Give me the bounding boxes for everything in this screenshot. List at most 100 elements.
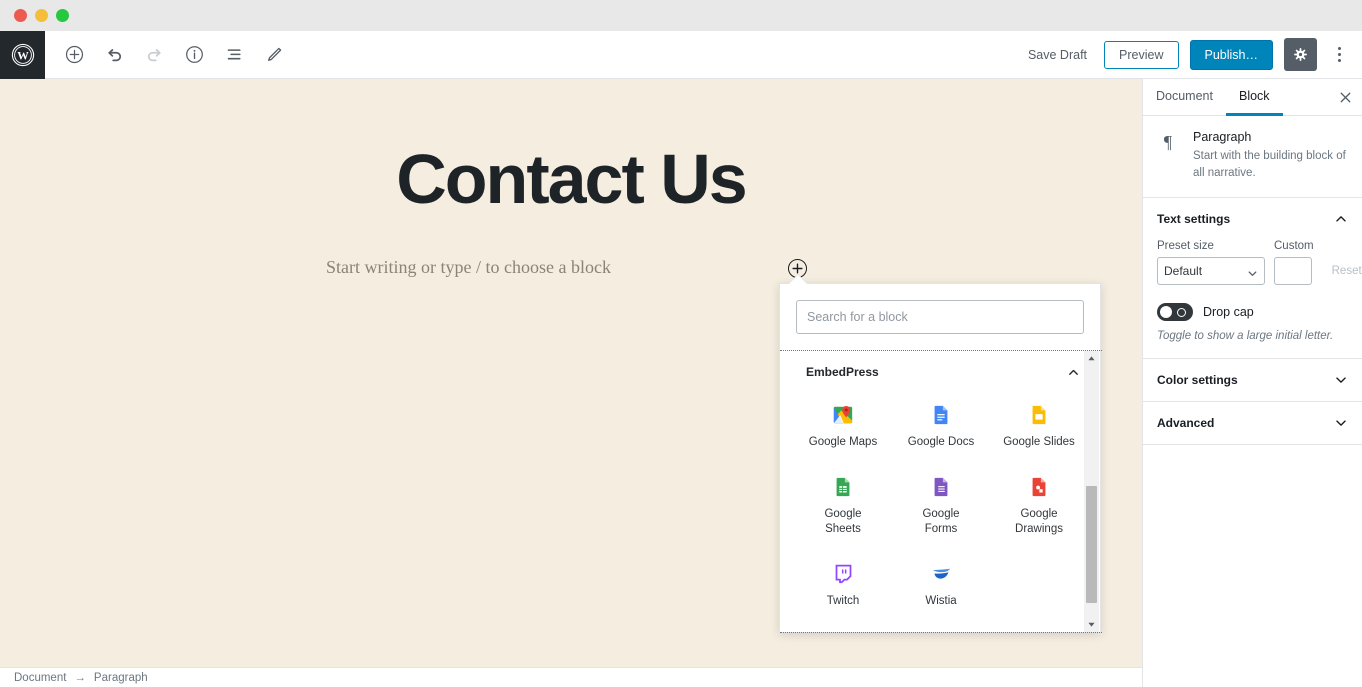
block-item-twitch[interactable]: Twitch <box>794 554 892 618</box>
svg-text:W: W <box>17 50 29 62</box>
kebab-dot <box>1337 47 1341 50</box>
settings-sidebar: Document Block ¶ Paragraph Start with th… <box>1142 79 1362 687</box>
google-slides-glyph <box>1032 405 1046 424</box>
scroll-up-glyph <box>1088 356 1095 361</box>
add-block-icon[interactable] <box>59 40 89 70</box>
publish-button[interactable]: Publish… <box>1189 39 1273 70</box>
block-item-google-maps[interactable]: Google Maps <box>794 395 892 459</box>
scrollbar-track[interactable] <box>1084 366 1099 617</box>
redo-glyph <box>147 49 161 62</box>
breadcrumb-item-paragraph[interactable]: Paragraph <box>94 672 148 684</box>
close-icon <box>1340 92 1350 102</box>
close-window-button[interactable] <box>14 9 27 22</box>
google-maps-glyph <box>833 405 853 423</box>
panel-title-advanced: Advanced <box>1157 416 1215 431</box>
redo-icon[interactable] <box>139 40 169 70</box>
window-titlebar <box>0 0 1362 31</box>
scrollbar-thumb[interactable] <box>1085 486 1097 603</box>
panel-header-advanced[interactable]: Advanced <box>1143 402 1362 444</box>
block-item-label: Google Forms <box>922 508 960 535</box>
toolbar-right-group: Save Draft Preview Publish… <box>1022 38 1350 71</box>
chevron-down-icon <box>1336 377 1346 384</box>
gear-icon <box>1294 48 1307 61</box>
content-info-icon[interactable] <box>179 40 209 70</box>
close-sidebar-button[interactable] <box>1328 79 1362 115</box>
scroll-down-arrow-icon[interactable] <box>1084 617 1099 632</box>
block-inserter-popover: EmbedPress Google Maps <box>779 275 1102 633</box>
inserter-scrollbar[interactable] <box>1084 351 1099 632</box>
panel-header-color-settings[interactable]: Color settings <box>1143 359 1362 401</box>
block-item-label: Google Maps <box>808 436 878 448</box>
twitch-icon <box>832 562 855 585</box>
scroll-up-arrow-icon[interactable] <box>1084 351 1099 366</box>
block-navigation-icon[interactable] <box>219 40 249 70</box>
google-forms-icon <box>930 475 953 498</box>
reset-font-size-button[interactable]: Reset <box>1323 257 1362 285</box>
add-block-glyph <box>65 45 83 64</box>
tab-document[interactable]: Document <box>1143 79 1226 116</box>
chevron-up-icon <box>1336 216 1346 222</box>
paragraph-pilcrow-icon: ¶ <box>1157 130 1181 181</box>
undo-glyph <box>107 49 121 62</box>
tab-block[interactable]: Block <box>1225 79 1283 116</box>
popover-arrow <box>789 275 807 284</box>
block-item-wistia[interactable]: Wistia <box>892 554 990 618</box>
inserter-search-wrap <box>780 284 1100 350</box>
edit-pencil-glyph <box>267 47 281 61</box>
category-title: EmbedPress <box>806 365 879 379</box>
svg-text:¶: ¶ <box>1164 132 1172 152</box>
preview-button[interactable]: Preview <box>1104 40 1179 69</box>
block-item-google-slides[interactable]: Google Slides <box>990 395 1088 459</box>
preset-size-group: Preset size Default <box>1157 240 1265 286</box>
plus-icon <box>792 263 803 274</box>
font-size-controls: Preset size Default Custom Reset <box>1157 240 1362 286</box>
window-controls <box>14 9 69 22</box>
wordpress-logo-button[interactable]: W <box>0 30 45 79</box>
block-item-google-sheets[interactable]: Google Sheets <box>794 467 892 546</box>
paragraph-placeholder[interactable]: Start writing or type / to choose a bloc… <box>326 257 611 278</box>
google-forms-glyph <box>934 477 948 497</box>
preset-size-select[interactable]: Default <box>1157 257 1265 286</box>
toggle-ring-icon <box>1177 307 1186 317</box>
block-item-label: Google Sheets <box>824 508 862 535</box>
preset-size-label: Preset size <box>1157 240 1214 253</box>
kebab-dot <box>1337 53 1341 56</box>
wistia-glyph <box>932 568 950 579</box>
breadcrumb-item-document[interactable]: Document <box>14 672 66 684</box>
drop-cap-toggle[interactable] <box>1157 303 1193 322</box>
block-item-google-forms[interactable]: Google Forms <box>892 467 990 546</box>
search-input[interactable] <box>796 300 1084 334</box>
selected-block-card: ¶ Paragraph Start with the building bloc… <box>1143 116 1362 199</box>
block-item-label: Wistia <box>925 595 957 608</box>
maximize-window-button[interactable] <box>56 9 69 22</box>
google-sheets-glyph <box>836 477 850 497</box>
inserter-block-list: EmbedPress Google Maps Google Docs Googl… <box>780 350 1102 633</box>
breadcrumb: Document → Paragraph <box>0 667 1142 687</box>
save-draft-button[interactable]: Save Draft <box>1022 44 1093 66</box>
selected-block-title: Paragraph <box>1193 130 1252 144</box>
pilcrow-glyph: ¶ <box>1164 132 1172 152</box>
undo-icon[interactable] <box>99 40 129 70</box>
wistia-icon <box>930 562 953 585</box>
block-navigation-glyph <box>227 49 241 60</box>
minimize-window-button[interactable] <box>35 9 48 22</box>
content-info-glyph <box>185 46 203 63</box>
post-title[interactable]: Contact Us <box>0 139 1142 219</box>
panel-header-text-settings[interactable]: Text settings <box>1143 198 1362 240</box>
drop-cap-label: Drop cap <box>1203 305 1254 320</box>
block-item-google-drawings[interactable]: Google Drawings <box>990 467 1088 546</box>
google-slides-icon <box>1028 403 1051 426</box>
settings-gear-button[interactable] <box>1284 38 1317 71</box>
editor-toolbar: W Save Draft Preview Publish… <box>0 30 1362 79</box>
category-header-embedpress[interactable]: EmbedPress <box>780 351 1102 389</box>
more-menu-button[interactable] <box>1328 40 1350 70</box>
toggle-knob <box>1160 306 1172 319</box>
panel-body-text-settings: Preset size Default Custom Reset Drop ca… <box>1143 240 1362 358</box>
edit-pencil-icon[interactable] <box>259 40 289 70</box>
block-item-google-docs[interactable]: Google Docs <box>892 395 990 459</box>
block-item-label: Google Slides <box>1003 436 1075 448</box>
custom-size-input[interactable] <box>1274 257 1312 286</box>
custom-size-label: Custom <box>1274 240 1314 253</box>
breadcrumb-separator: → <box>74 671 86 684</box>
google-drawings-glyph <box>1032 477 1046 497</box>
